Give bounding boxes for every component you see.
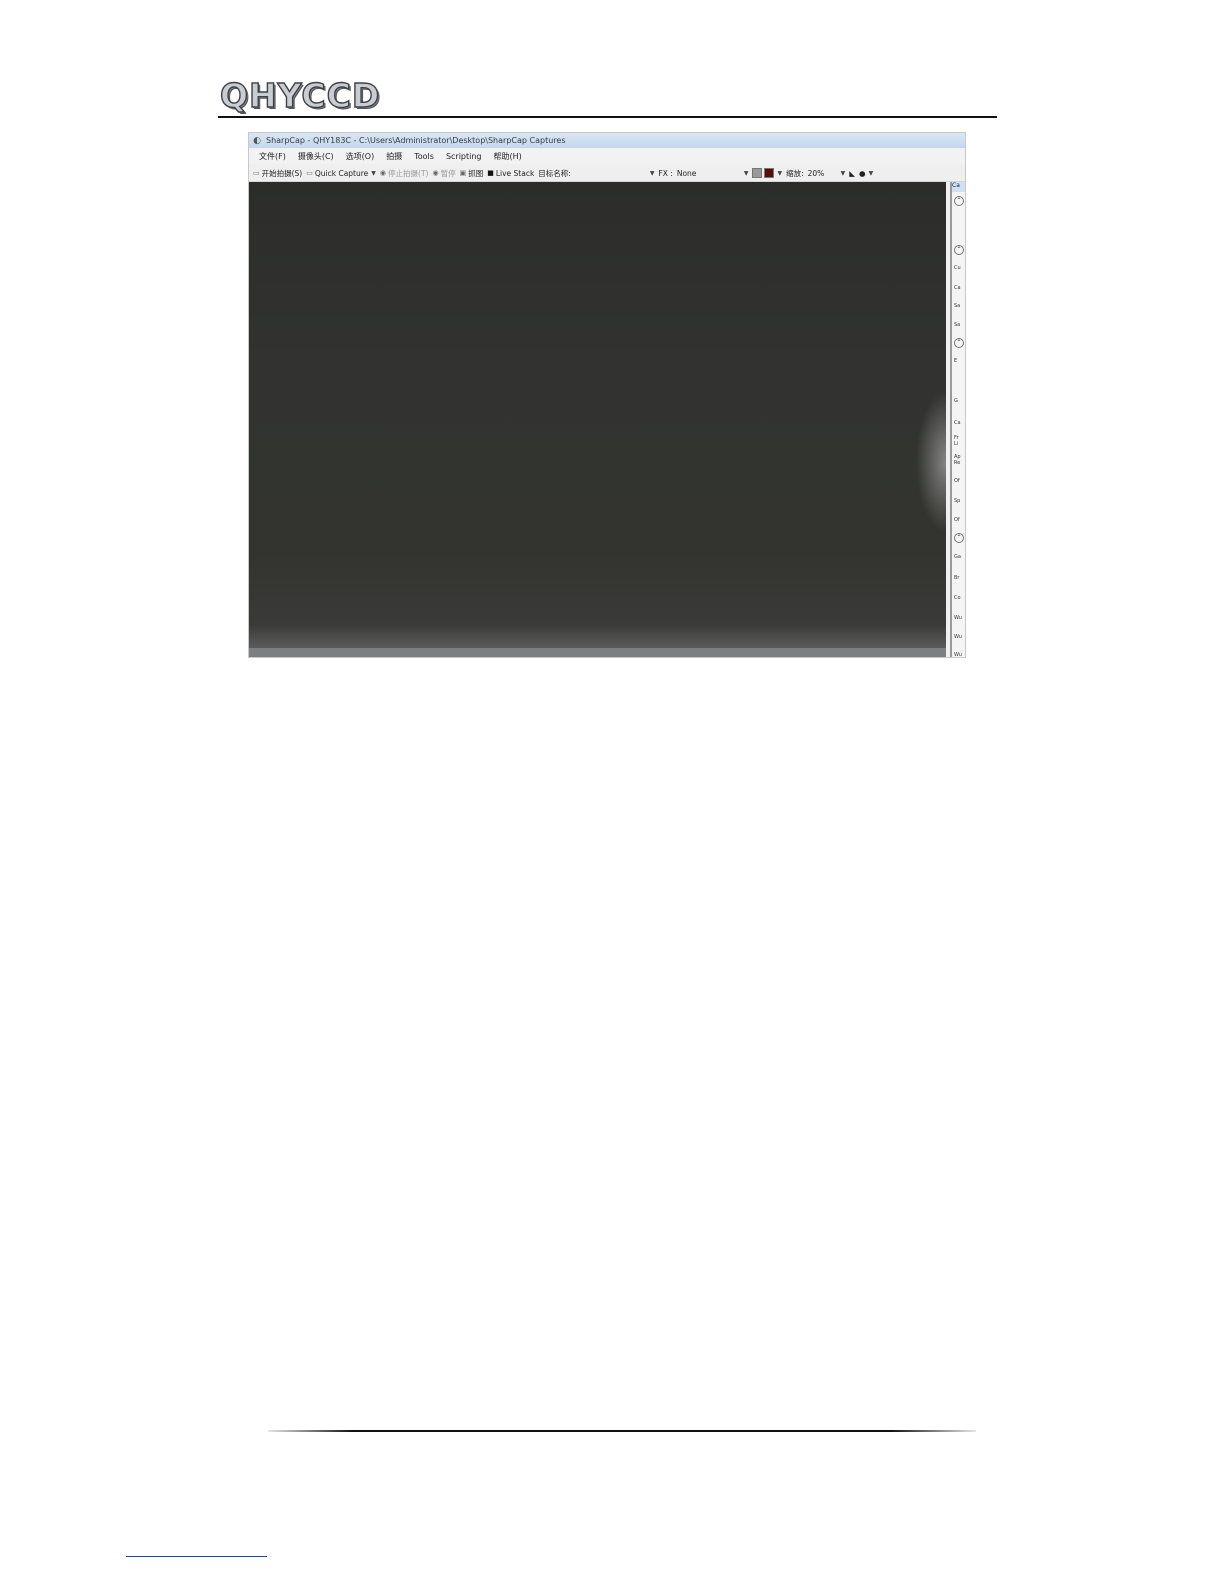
panel-row-label: Sa	[954, 303, 961, 309]
window-title: SharpCap - QHY183C - C:\Users\Administra…	[266, 136, 566, 145]
panel-row-label: Ca	[954, 420, 961, 426]
sharpcap-window: ◐ SharpCap - QHY183C - C:\Users\Administ…	[248, 132, 966, 658]
menu-options[interactable]: 选项(O)	[346, 151, 375, 162]
sharpcap-app-icon: ◐	[253, 135, 261, 146]
stop-icon: ◉	[379, 169, 387, 177]
quick-capture-button[interactable]: ▭ Quick Capture ▼	[306, 169, 376, 178]
panel-row-label: Br	[954, 575, 960, 581]
stop-capture-button[interactable]: ◉ 停止拍摄(T)	[380, 168, 429, 179]
histogram-icon[interactable]: ◣	[849, 169, 855, 178]
collapse-icon[interactable]: ⌃	[954, 196, 964, 206]
window-titlebar: ◐ SharpCap - QHY183C - C:\Users\Administ…	[249, 133, 965, 148]
status-bar	[249, 648, 946, 657]
menu-bar: 文件(F) 摄像头(C) 选项(O) 拍摄 Tools Scripting 帮助…	[249, 149, 965, 164]
pause-icon: ◉	[432, 169, 439, 177]
chevron-down-icon[interactable]: ▼	[744, 170, 749, 177]
panel-row-label: Co	[954, 595, 961, 601]
qhyccd-logo: QHYCCD	[219, 76, 381, 115]
header-divider	[218, 116, 997, 118]
chevron-down-icon[interactable]: ▼	[841, 170, 846, 177]
pause-button[interactable]: ◉ 暂停	[432, 168, 455, 179]
camera-icon: ▭	[253, 169, 260, 177]
footer-divider	[268, 1430, 976, 1432]
chevron-down-icon[interactable]: ▼	[777, 170, 782, 177]
start-capture-button[interactable]: ▭ 开始拍摄(S)	[253, 168, 302, 179]
panel-row-label: Re	[954, 460, 961, 466]
panel-row-label: Of	[954, 517, 960, 523]
collapse-icon[interactable]: ⌃	[954, 245, 964, 255]
collapse-icon[interactable]: ⌃	[954, 338, 964, 348]
panel-row-label: Ga	[954, 554, 961, 560]
panel-row-label: Wu	[954, 634, 962, 640]
fx-label: FX :	[658, 168, 673, 178]
menu-capture[interactable]: 拍摄	[386, 151, 402, 162]
camera-control-panel[interactable]: Ca ⌃ ⌃ Cu Ca Sa Sa ⌃ E G Ca Fr Li Ap Re …	[950, 182, 965, 658]
chevron-down-icon[interactable]: ▼	[650, 170, 655, 177]
zoom-select[interactable]: 20%	[808, 169, 838, 178]
panel-row-label: Sp	[954, 498, 961, 504]
panel-row-label: Sa	[954, 322, 961, 328]
snapshot-button[interactable]: ▣ 抓图	[460, 168, 484, 179]
panel-row-label: Li	[954, 441, 959, 447]
live-stack-icon: ■	[487, 169, 494, 177]
menu-help[interactable]: 帮助(H)	[494, 151, 522, 162]
chevron-down-icon[interactable]: ▼	[869, 170, 874, 177]
snapshot-icon: ▣	[459, 169, 467, 177]
menu-file[interactable]: 文件(F)	[259, 151, 286, 162]
chevron-down-icon[interactable]: ▼	[371, 170, 376, 177]
footer-link-underline[interactable]	[126, 1556, 267, 1557]
panel-row-label: Wu	[954, 615, 962, 621]
menu-camera[interactable]: 摄像头(C)	[298, 151, 334, 162]
panel-row-label: E	[954, 358, 958, 364]
live-stack-button[interactable]: ■ Live Stack	[487, 169, 534, 178]
gray-swatch[interactable]	[752, 168, 763, 178]
fx-select[interactable]: None	[677, 169, 741, 178]
stop-capture-label: 停止拍摄(T)	[388, 168, 429, 178]
start-capture-label: 开始拍摄(S)	[261, 168, 303, 178]
panel-row-label: Ca	[954, 285, 961, 291]
panel-header: Ca	[952, 182, 965, 192]
collapse-icon[interactable]: ⌃	[954, 533, 964, 543]
magnifier-icon[interactable]: ●	[859, 169, 866, 178]
zoom-label: 缩放:	[786, 168, 804, 178]
pause-label: 暂停	[440, 168, 456, 178]
quick-capture-label: Quick Capture	[314, 168, 369, 178]
panel-row-label: Cu	[954, 265, 961, 271]
camera-icon: ▭	[306, 169, 313, 177]
menu-scripting[interactable]: Scripting	[446, 152, 482, 161]
panel-row-label: G	[954, 398, 958, 404]
live-stack-label: Live Stack	[495, 168, 535, 178]
toolbar: ▭ 开始拍摄(S) ▭ Quick Capture ▼ ◉ 停止拍摄(T) ◉ …	[249, 165, 965, 182]
panel-row-label: Wu	[954, 652, 962, 658]
target-name-label: 目标名称:	[538, 168, 571, 178]
snapshot-label: 抓图	[468, 168, 484, 178]
camera-preview[interactable]	[249, 182, 946, 648]
color-swatch[interactable]	[764, 168, 775, 178]
panel-row-label: Of	[954, 478, 960, 484]
menu-tools[interactable]: Tools	[414, 152, 434, 161]
